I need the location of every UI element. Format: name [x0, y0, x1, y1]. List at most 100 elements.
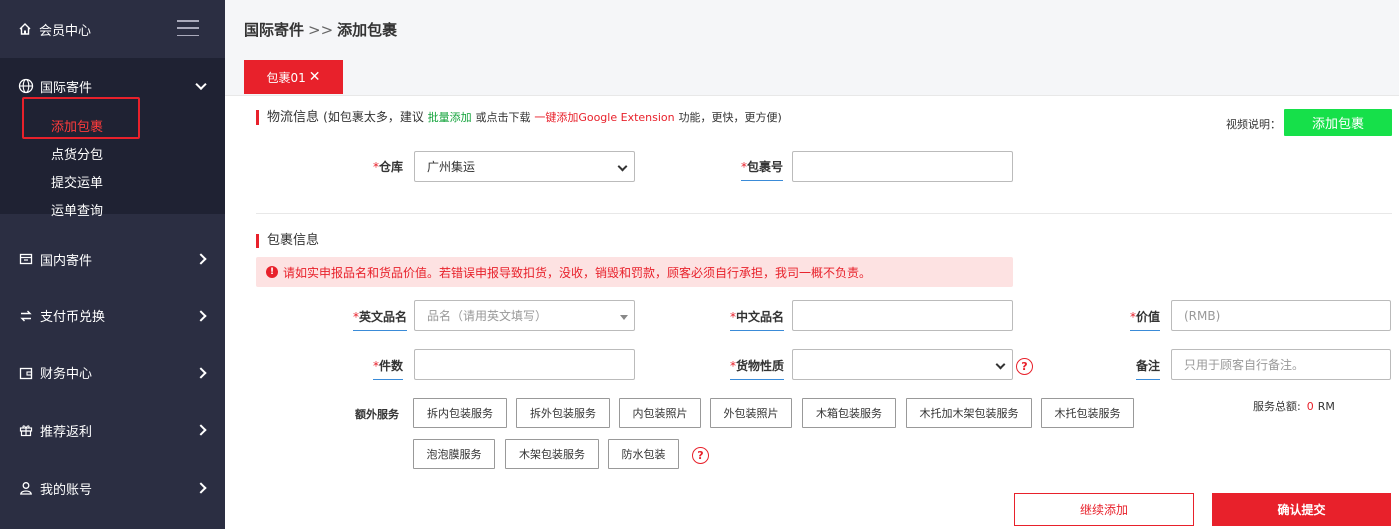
exchange-icon [18, 308, 34, 324]
gift-icon [18, 422, 34, 438]
sidebar-item-finance[interactable]: 财务中心 [0, 344, 225, 401]
tab-package-01[interactable]: 包裹01 ✕ [244, 60, 343, 94]
add-package-button[interactable]: 添加包裹 [1284, 109, 1392, 136]
main-panel: 国际寄件 >> 添加包裹 包裹01 ✕ 物流信息 (如包裹太多，建议 批量添加 … [225, 0, 1399, 529]
en-name-label-text: 英文品名 [359, 310, 408, 324]
sidebar-item-account[interactable]: 我的账号 [0, 459, 225, 517]
value-label: *价值 [1130, 310, 1161, 331]
value-label-text: 价值 [1136, 310, 1161, 324]
help-icon[interactable]: ? [692, 447, 709, 464]
note-mid: 或点击下载 [475, 111, 531, 124]
breadcrumb-parent[interactable]: 国际寄件 [244, 19, 304, 40]
menu-toggle-icon[interactable] [177, 20, 199, 36]
en-name-input[interactable]: 品名（请用英文填写） [414, 300, 635, 331]
package-no-label: *包裹号 [741, 160, 784, 181]
sidebar-item-label: 国际寄件 [40, 80, 93, 96]
logistics-title: 物流信息 [267, 110, 320, 125]
breadcrumb-separator: >> [308, 20, 334, 39]
breadcrumb-current: 添加包裹 [337, 21, 398, 39]
service-pallet-frame[interactable]: 木托加木架包装服务 [906, 398, 1032, 428]
package-no-input[interactable] [792, 151, 1013, 182]
sidebar-item-label: 支付币兑换 [40, 310, 106, 325]
video-explain-label: 视频说明： [1226, 118, 1281, 131]
logistics-section-title: 物流信息 (如包裹太多，建议 批量添加 或点击下载 一键添加Google Ext… [256, 110, 782, 125]
breadcrumb: 国际寄件 >> 添加包裹 [225, 0, 1399, 59]
service-total-label: 服务总额: [1253, 400, 1301, 413]
qty-input[interactable] [414, 349, 635, 380]
service-pallet[interactable]: 木托包装服务 [1041, 398, 1134, 428]
box-icon [18, 251, 34, 267]
goods-type-label-text: 货物性质 [736, 359, 785, 373]
chevron-right-icon [195, 253, 207, 265]
sidebar-subitem-add-package[interactable]: 添加包裹 [0, 114, 225, 142]
section-divider [256, 213, 1392, 214]
chevron-down-icon [195, 78, 207, 91]
chevron-right-icon [195, 309, 207, 322]
confirm-submit-button[interactable]: 确认提交 [1212, 493, 1391, 526]
sidebar-subitem-check-split[interactable]: 点货分包 [0, 142, 225, 170]
service-total-unit: RM [1317, 400, 1335, 413]
logistics-note: (如包裹太多，建议 批量添加 或点击下载 一键添加Google Extensio… [323, 110, 782, 124]
sidebar-subitem-submit-waybill[interactable]: 提交运单 [0, 170, 225, 198]
service-bubble-wrap[interactable]: 泡泡膜服务 [413, 439, 495, 469]
service-total-value: 0 [1306, 400, 1314, 413]
sidebar-item-label: 推荐返利 [40, 424, 93, 440]
en-name-placeholder: 品名（请用英文填写） [427, 309, 548, 323]
sidebar-item-international[interactable]: 国际寄件 [0, 58, 225, 114]
sidebar-header-title: 会员中心 [39, 23, 92, 39]
sidebar-item-referral[interactable]: 推荐返利 [0, 401, 225, 459]
warehouse-selected-value: 广州集运 [427, 160, 476, 174]
note-post: 功能，更快，更方便) [678, 111, 782, 124]
declaration-warning: ! 请如实申报品名和货品价值。若错误申报导致扣货，没收，销毁和罚款，顾客必须自行… [256, 257, 1013, 287]
service-wooden-box[interactable]: 木箱包装服务 [802, 398, 896, 428]
qty-label: *件数 [373, 359, 404, 380]
extra-services-label: 额外服务 [355, 408, 399, 421]
close-icon[interactable]: ✕ [309, 69, 321, 85]
service-total: 服务总额: 0 RM [1253, 398, 1335, 414]
remark-input[interactable]: 只用于顾客自行备注。 [1171, 349, 1391, 380]
warehouse-select[interactable]: 广州集运 [414, 151, 635, 182]
sidebar-group-international: 国际寄件 添加包裹 点货分包 提交运单 运单查询 [0, 58, 225, 219]
value-input[interactable]: (RMB) [1171, 300, 1391, 331]
value-placeholder: (RMB) [1184, 308, 1221, 323]
bulk-add-link[interactable]: 批量添加 [428, 111, 472, 124]
sidebar-item-label: 我的账号 [40, 482, 93, 498]
globe-icon [18, 78, 34, 94]
goods-type-select[interactable] [792, 349, 1013, 380]
cn-name-input[interactable] [792, 300, 1013, 331]
user-icon [18, 480, 34, 496]
google-extension-link[interactable]: 一键添加Google Extension [534, 111, 674, 124]
wallet-icon [18, 365, 34, 381]
warning-text: 请如实申报品名和货品价值。若错误申报导致扣货，没收，销毁和罚款，顾客必须自行承担… [283, 265, 872, 280]
help-icon[interactable]: ? [1016, 358, 1033, 375]
sidebar: 会员中心 国际寄件 添加包裹 点货分包 提交运单 运单查询 国内寄件 支付币兑换… [0, 0, 225, 529]
cn-name-label-text: 中文品名 [736, 310, 785, 324]
en-name-label: *英文品名 [353, 310, 408, 331]
service-inner-photo[interactable]: 内包装照片 [619, 398, 701, 428]
service-unpack-outer[interactable]: 拆外包装服务 [516, 398, 610, 428]
chevron-right-icon [195, 424, 207, 436]
sidebar-item-label: 财务中心 [40, 367, 93, 382]
sidebar-item-currency-exchange[interactable]: 支付币兑换 [0, 287, 225, 344]
service-wooden-frame[interactable]: 木架包装服务 [505, 439, 599, 469]
sidebar-subitem-waybill-query[interactable]: 运单查询 [0, 198, 225, 226]
caret-down-icon [620, 315, 628, 320]
sidebar-group-rest: 国内寄件 支付币兑换 财务中心 推荐返利 我的账号 [0, 231, 225, 517]
service-outer-photo[interactable]: 外包装照片 [710, 398, 792, 428]
warehouse-label-text: 仓库 [379, 160, 404, 174]
cn-name-label: *中文品名 [730, 310, 785, 331]
tab-label: 包裹01 [266, 70, 306, 85]
note-pre: (如包裹太多，建议 [323, 110, 424, 124]
continue-add-button[interactable]: 继续添加 [1014, 493, 1194, 526]
remark-placeholder: 只用于顾客自行备注。 [1184, 358, 1305, 372]
alert-icon: ! [266, 266, 278, 278]
remark-label: 备注 [1136, 357, 1161, 380]
sidebar-header[interactable]: 会员中心 [0, 0, 225, 58]
home-icon [18, 22, 32, 36]
service-waterproof[interactable]: 防水包装 [608, 439, 679, 469]
remark-label-text: 备注 [1136, 359, 1161, 373]
sidebar-item-domestic[interactable]: 国内寄件 [0, 231, 225, 287]
sidebar-item-label: 国内寄件 [40, 253, 93, 269]
qty-label-text: 件数 [379, 359, 404, 373]
service-unpack-inner[interactable]: 拆内包装服务 [413, 398, 507, 428]
